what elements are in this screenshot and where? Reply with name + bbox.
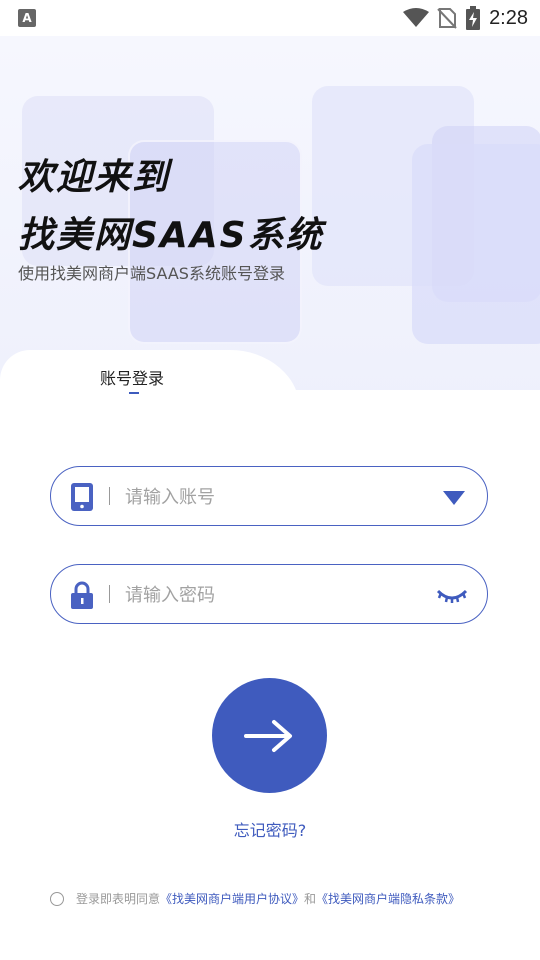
login-screen: A 2:28 欢迎来到 找美网SAAS系统 使用找美网商户端SAAS系统账号登录 — [0, 0, 540, 960]
user-agreement-link[interactable]: 《找美网商户端用户协议》 — [160, 892, 304, 906]
eye-closed-icon[interactable] — [437, 583, 467, 607]
system-title: 找美网SAAS系统 — [18, 215, 324, 256]
account-field[interactable] — [50, 466, 488, 526]
tab-account-login[interactable]: 账号登录 — [100, 365, 164, 389]
no-sim-icon — [437, 8, 457, 29]
status-bar: A 2:28 — [0, 0, 540, 36]
forgot-password-link[interactable]: 忘记密码? — [0, 817, 540, 841]
agreement-text: 登录即表明同意《找美网商户端用户协议》和《找美网商户端隐私条款》 — [76, 891, 476, 907]
status-bar-right: 2:28 — [403, 0, 528, 36]
privacy-policy-link[interactable]: 《找美网商户端隐私条款》 — [316, 892, 460, 906]
account-input[interactable] — [123, 481, 427, 513]
password-input[interactable] — [123, 579, 427, 611]
agreement-joiner: 和 — [304, 892, 317, 906]
agreement-prefix: 登录即表明同意 — [76, 892, 161, 906]
decor-glass-panel — [412, 144, 540, 344]
tab-active-indicator — [129, 392, 139, 394]
wifi-icon — [403, 8, 430, 27]
battery-charging-icon — [466, 6, 481, 30]
field-divider — [109, 487, 110, 505]
lock-icon — [71, 581, 93, 609]
welcome-title: 欢迎来到 — [18, 157, 171, 198]
login-submit-button[interactable] — [212, 678, 327, 793]
status-time: 2:28 — [489, 6, 528, 29]
phone-icon — [71, 483, 93, 511]
hero-subtitle: 使用找美网商户端SAAS系统账号登录 — [18, 264, 285, 283]
arrow-right-icon — [244, 720, 292, 752]
dropdown-triangle-icon[interactable] — [441, 485, 467, 509]
field-divider — [109, 585, 110, 603]
password-field[interactable] — [50, 564, 488, 624]
app-notification-icon: A — [18, 9, 36, 27]
agreement-checkbox[interactable] — [50, 892, 64, 906]
